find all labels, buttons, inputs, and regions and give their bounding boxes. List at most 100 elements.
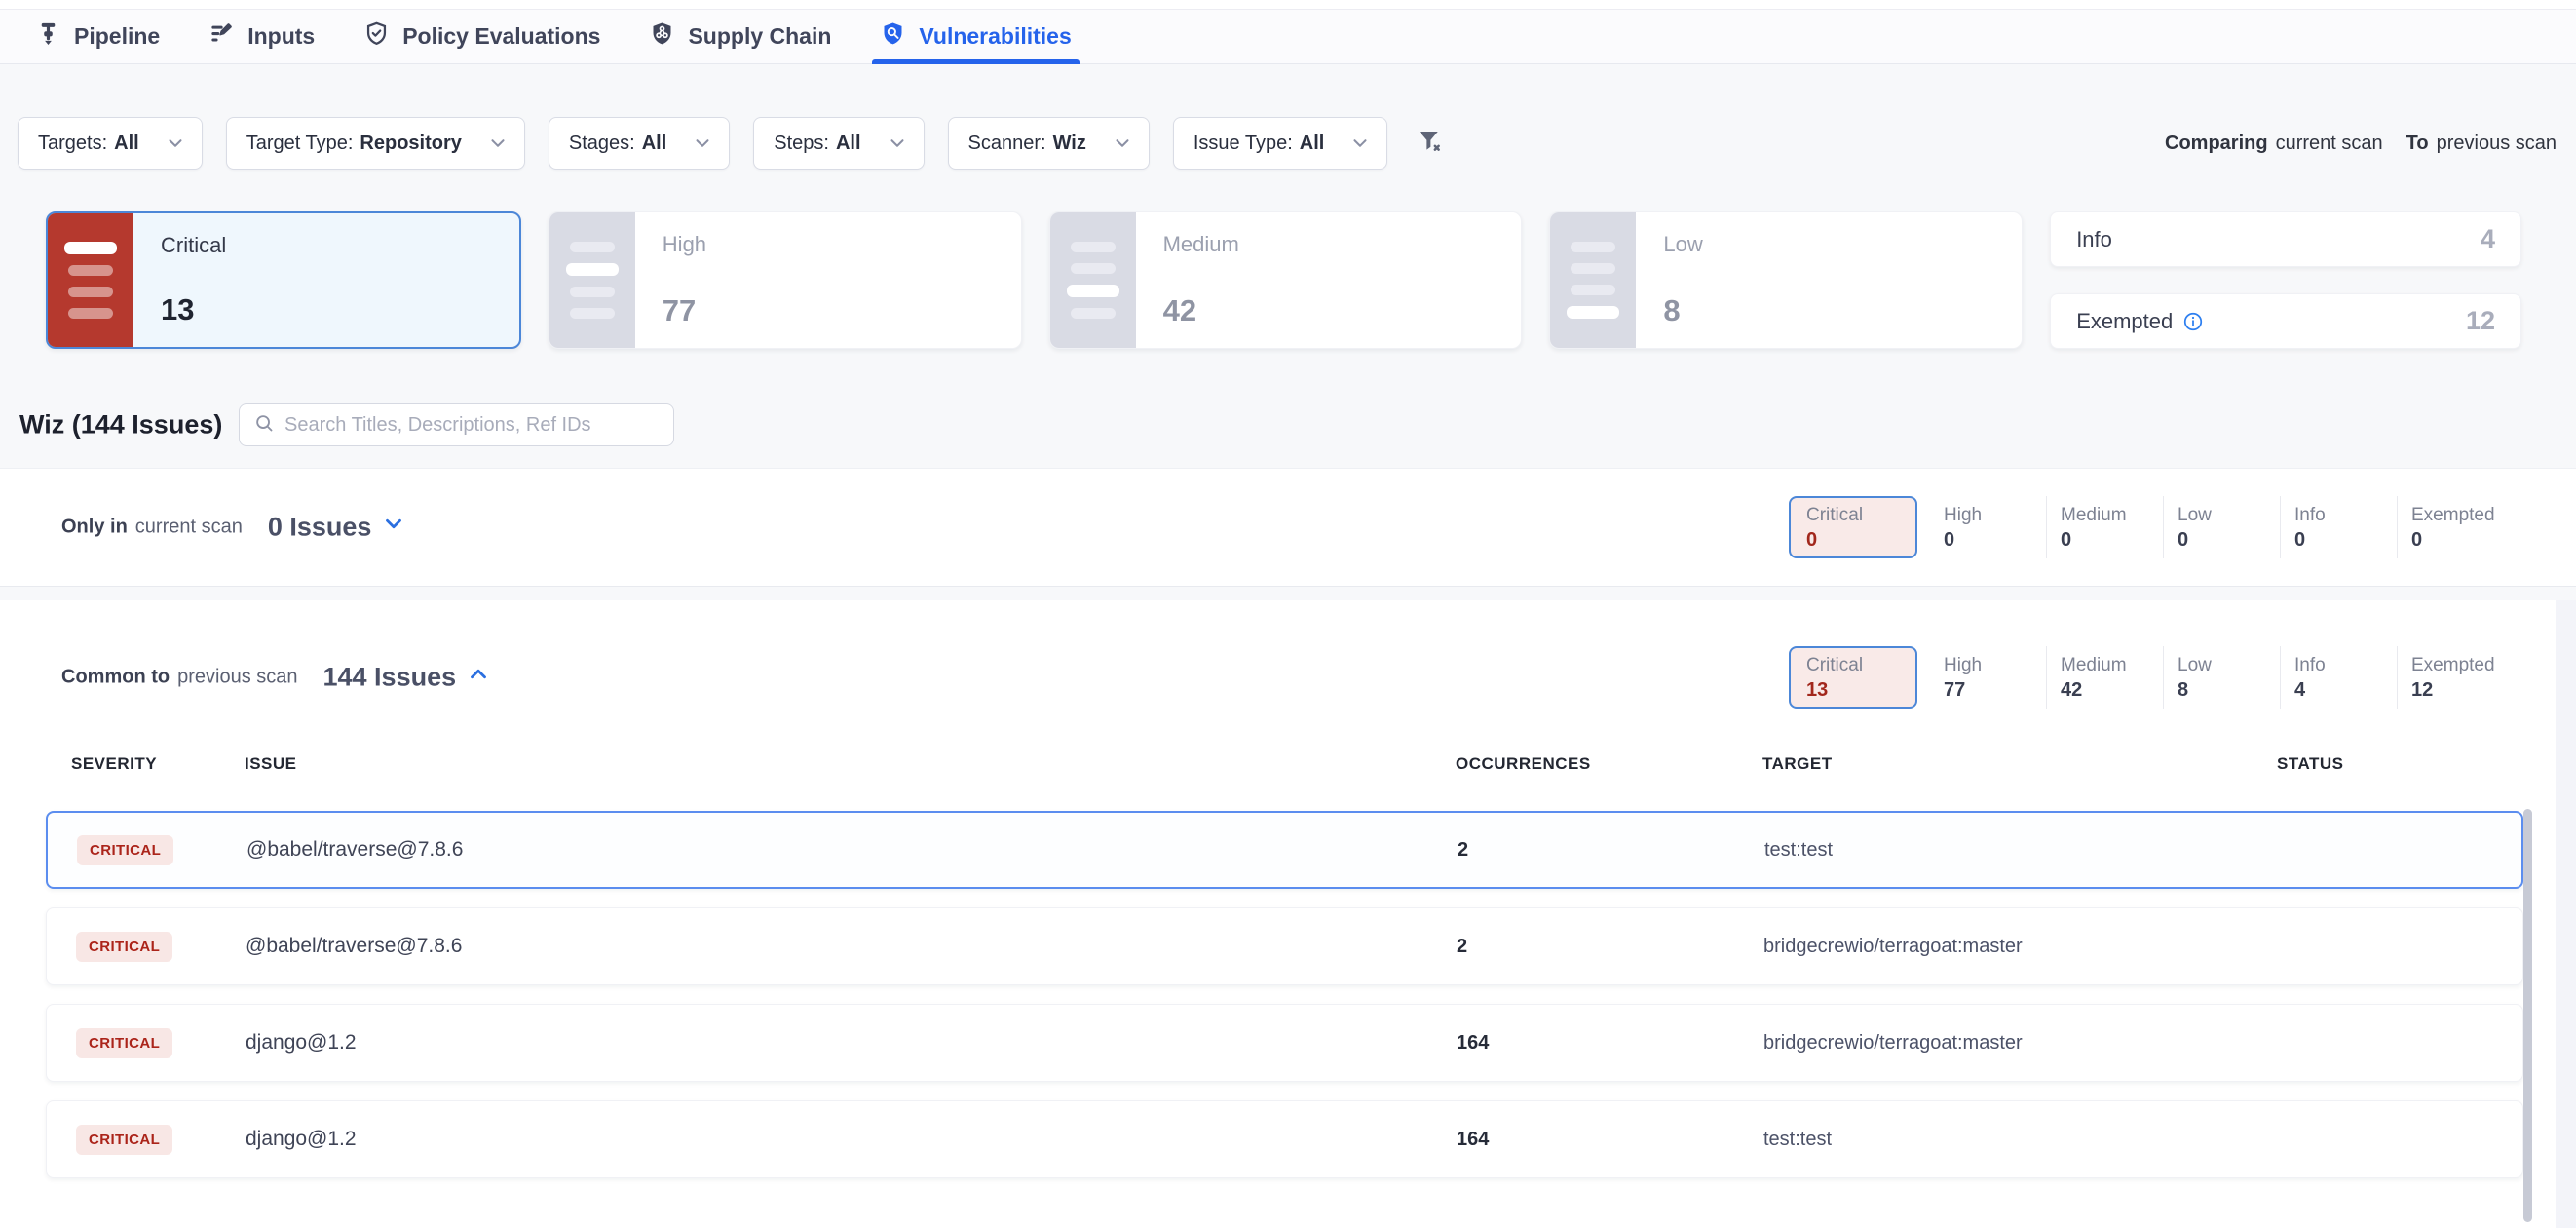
table-row[interactable]: CRITICAL @babel/traverse@7.8.6 2 bridgec… [46,907,2523,985]
severity-badge: CRITICAL [76,1028,172,1058]
clear-filters-button[interactable] [1413,126,1448,161]
top-strip [0,0,2576,10]
chip-value: 0 [2178,529,2280,552]
chip-value: 12 [2411,679,2519,702]
column-header-severity: SEVERITY [71,754,245,774]
chip-low[interactable]: Low 8 [2164,646,2281,709]
filter-stages[interactable]: Stages:All [549,117,730,170]
filter-label: Issue Type: [1193,133,1293,155]
clear-filter-icon [1416,127,1445,161]
table-row[interactable]: CRITICAL django@1.2 164 bridgecrewio/ter… [46,1004,2523,1082]
chevron-down-icon [887,133,908,154]
chip-label: Critical [1806,655,1915,676]
filter-targets[interactable]: Targets:All [18,117,203,170]
column-header-issue: ISSUE [245,754,1456,774]
results-title: Wiz (144 Issues) [19,410,222,441]
tab-vulnerabilities[interactable]: Vulnerabilities [880,10,1071,63]
common-section-header: Common to previous scan 144 Issues Criti… [0,629,2576,726]
issue-cell: @babel/traverse@7.8.6 [246,838,1458,862]
section-scan: current scan [135,517,243,539]
severity-card-medium[interactable]: Medium 42 [1049,211,1523,349]
target-cell: test:test [1764,839,2279,862]
severity-card-exempted[interactable]: Exempted 12 [2050,293,2521,349]
chip-label: Critical [1806,505,1915,526]
search-box [239,403,674,446]
issues-table-body: CRITICAL @babel/traverse@7.8.6 2 test:te… [46,811,2523,1197]
severity-card-info[interactable]: Info 4 [2050,211,2521,267]
severity-gauge-icon [1550,212,1636,348]
chip-medium[interactable]: Medium 42 [2047,646,2164,709]
chip-value: 0 [1944,529,2046,552]
chevron-up-icon [466,662,491,694]
vulnerabilities-page: Pipeline Inputs Policy Evaluations Suppl… [0,0,2576,1228]
chip-high[interactable]: High 0 [1930,496,2047,558]
severity-badge: CRITICAL [76,932,172,962]
severity-card-high[interactable]: High 77 [549,211,1022,349]
occurrences-cell: 2 [1457,936,1763,958]
comparing-current-scan[interactable]: current scan [2276,133,2383,155]
filter-label: Target Type: [246,133,354,155]
filter-value: All [114,133,139,155]
issues-count: 144 Issues [323,663,457,693]
table-row[interactable]: CRITICAL @babel/traverse@7.8.6 2 test:te… [46,811,2523,889]
section-scan: previous scan [177,667,297,689]
occurrences-cell: 2 [1458,839,1764,862]
chip-value: 77 [1944,679,2046,702]
chip-info[interactable]: Info 0 [2281,496,2398,558]
filter-issue-type[interactable]: Issue Type: All [1173,117,1387,170]
chip-high[interactable]: High 77 [1930,646,2047,709]
chip-critical[interactable]: Critical 13 [1789,646,1917,709]
target-cell: bridgecrewio/terragoat:master [1763,936,2278,958]
chip-label: High [1944,655,2046,676]
common-issues-toggle[interactable]: 144 Issues [323,662,492,694]
common-severity-chips: Critical 13 High 77 Medium 42 Low 8 Info [1789,646,2519,709]
policy-shield-icon [363,20,390,53]
tab-label: Supply Chain [688,23,831,50]
tab-policy-evaluations[interactable]: Policy Evaluations [363,10,600,63]
chip-low[interactable]: Low 0 [2164,496,2281,558]
info-tooltip-icon[interactable] [2182,311,2204,332]
severity-gauge-icon [1050,212,1136,348]
issue-cell: django@1.2 [246,1031,1457,1055]
chevron-down-icon [381,512,406,544]
chip-info[interactable]: Info 4 [2281,646,2398,709]
tab-supply-chain[interactable]: Supply Chain [649,10,831,63]
chip-value: 0 [2411,529,2519,552]
severity-card-low[interactable]: Low 8 [1549,211,2023,349]
side-card-count: 4 [2481,224,2495,254]
table-row[interactable]: CRITICAL django@1.2 164 test:test [46,1100,2523,1178]
chevron-down-icon [487,133,509,154]
severity-badge: CRITICAL [76,1125,172,1155]
only-in-issues-toggle[interactable]: 0 Issues [268,512,407,544]
tab-pipeline[interactable]: Pipeline [35,10,160,63]
chip-medium[interactable]: Medium 0 [2047,496,2164,558]
chip-value: 42 [2061,679,2163,702]
severity-card-count: 13 [161,292,519,327]
filter-steps[interactable]: Steps:All [753,117,924,170]
chip-label: Exempted [2411,505,2519,526]
pipeline-icon [35,20,61,53]
filter-target-type[interactable]: Target Type:Repository [226,117,525,170]
comparing-previous-scan[interactable]: previous scan [2437,133,2557,155]
tab-inputs[interactable]: Inputs [208,10,315,63]
info-exempted-column: Info 4 Exempted 12 [2050,211,2521,349]
chevron-down-icon [165,133,186,154]
chip-label: High [1944,505,2046,526]
vertical-scrollbar[interactable] [2523,809,2532,1222]
tab-label: Inputs [247,23,315,50]
filter-value: All [1300,133,1325,155]
only-in-current-scan-section: Only in current scan 0 Issues Critical 0… [0,468,2576,587]
search-input[interactable] [284,414,660,437]
issues-table-header: SEVERITY ISSUE OCCURRENCES TARGET STATUS [46,754,2523,774]
issue-cell: @babel/traverse@7.8.6 [246,935,1457,958]
target-cell: test:test [1763,1129,2278,1151]
chip-critical[interactable]: Critical 0 [1789,496,1917,558]
tab-label: Policy Evaluations [402,23,600,50]
chip-value: 0 [1806,529,1915,552]
chip-exempted[interactable]: Exempted 12 [2398,646,2519,709]
common-to-previous-scan-section: Common to previous scan 144 Issues Criti… [0,600,2576,1228]
severity-card-critical[interactable]: Critical 13 [46,211,521,349]
filter-scanner[interactable]: Scanner:Wiz [948,117,1150,170]
chip-exempted[interactable]: Exempted 0 [2398,496,2519,558]
filter-value: All [836,133,861,155]
